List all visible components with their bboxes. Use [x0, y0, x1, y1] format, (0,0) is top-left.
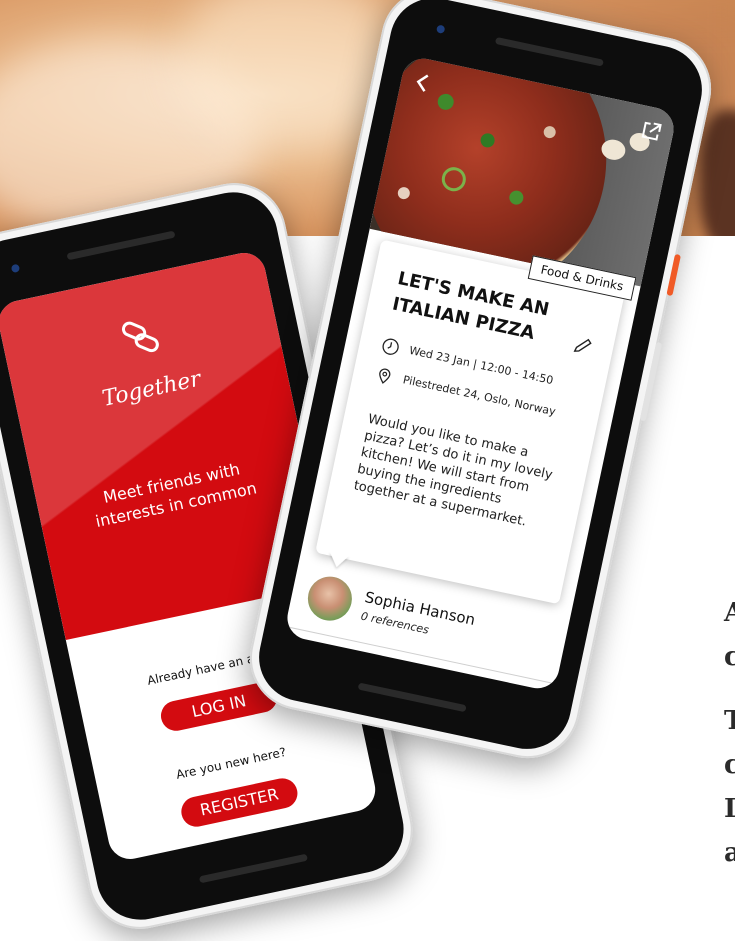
phone-speaker [357, 682, 467, 713]
article-letter: a [724, 838, 735, 868]
speech-bubble-tail [326, 551, 350, 570]
clock-icon [382, 338, 399, 355]
phone-speaker [66, 230, 176, 261]
phone-speaker [494, 36, 604, 67]
phone-speaker [198, 853, 308, 884]
article-letter: A [724, 598, 735, 628]
back-arrow-icon[interactable] [409, 69, 437, 97]
host-avatar[interactable] [303, 572, 356, 625]
joined-status: People have not joined yet [294, 638, 428, 678]
event-description: Would you like to make a pizza? Let’s do… [352, 411, 554, 530]
location-pin-icon [379, 368, 391, 384]
event-card: LET'S MAKE AN ITALIAN PIZZA Wed 23 Jan |… [315, 239, 626, 605]
article-letter: T [724, 706, 735, 736]
chain-link-icon [121, 321, 159, 353]
article-letter: I [724, 794, 735, 824]
edit-pencil-icon[interactable] [571, 334, 595, 358]
share-icon[interactable] [637, 117, 665, 145]
article-letter: c [724, 750, 735, 780]
article-letter: c [724, 642, 735, 672]
register-button[interactable]: REGISTER [178, 775, 301, 830]
front-camera [435, 24, 446, 34]
hero-dark-object [700, 110, 735, 236]
front-camera [10, 263, 21, 274]
